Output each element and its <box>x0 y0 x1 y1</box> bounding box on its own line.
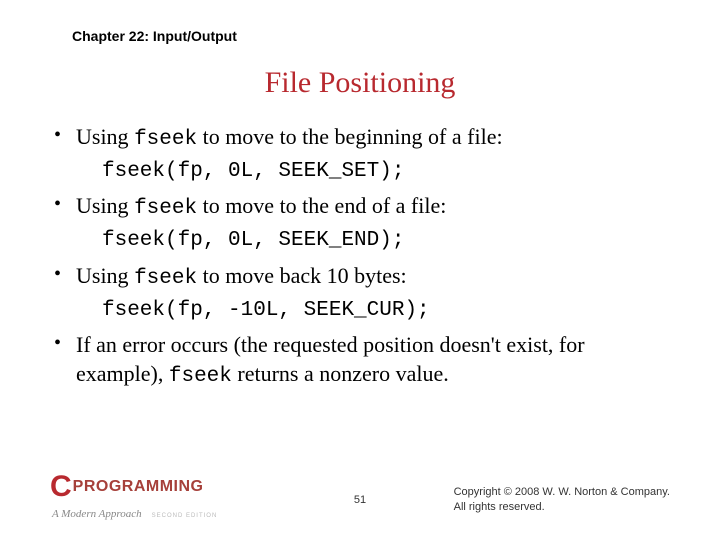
logo-subtitle-row: A Modern Approach SECOND EDITION <box>50 504 240 522</box>
chapter-header: Chapter 22: Input/Output <box>72 28 670 44</box>
bullet-text: If an error occurs (the requested positi… <box>76 330 670 391</box>
text: returns a nonzero value. <box>232 361 449 386</box>
bullet-text: Using fseek to move back 10 bytes: <box>76 261 670 293</box>
text: to move to the beginning of a file: <box>197 124 503 149</box>
slide-title: File Positioning <box>50 66 670 100</box>
text: to move to the end of a file: <box>197 193 446 218</box>
bullet-dot: • <box>54 191 76 218</box>
code-line: fseek(fp, 0L, SEEK_END); <box>102 227 670 255</box>
text: to move back 10 bytes: <box>197 263 407 288</box>
code-inline: fseek <box>134 267 197 290</box>
logo-edition: SECOND EDITION <box>152 513 218 519</box>
text: Using <box>76 263 134 288</box>
code-line: fseek(fp, -10L, SEEK_CUR); <box>102 297 670 325</box>
bullet-dot: • <box>54 122 76 149</box>
code-inline: fseek <box>169 365 232 388</box>
bullet-text: Using fseek to move to the beginning of … <box>76 122 670 154</box>
text: Using <box>76 193 134 218</box>
bullet-item: • Using fseek to move to the beginning o… <box>54 122 670 154</box>
content-area: • Using fseek to move to the beginning o… <box>50 122 670 391</box>
code-inline: fseek <box>134 197 197 220</box>
copyright-line-1: Copyright © 2008 W. W. Norton & Company. <box>454 485 670 499</box>
code-line: fseek(fp, 0L, SEEK_SET); <box>102 158 670 186</box>
footer: C PROGRAMMING A Modern Approach SECOND E… <box>0 478 720 528</box>
copyright: Copyright © 2008 W. W. Norton & Company.… <box>454 485 670 514</box>
copyright-line-2: All rights reserved. <box>454 500 670 514</box>
text: Using <box>76 124 134 149</box>
bullet-dot: • <box>54 261 76 288</box>
bullet-item: • Using fseek to move back 10 bytes: <box>54 261 670 293</box>
bullet-dot: • <box>54 330 76 357</box>
bullet-item: • If an error occurs (the requested posi… <box>54 330 670 391</box>
slide: Chapter 22: Input/Output File Positionin… <box>0 0 720 540</box>
bullet-item: • Using fseek to move to the end of a fi… <box>54 191 670 223</box>
code-inline: fseek <box>134 128 197 151</box>
bullet-text: Using fseek to move to the end of a file… <box>76 191 670 223</box>
logo-subtitle: A Modern Approach <box>52 508 142 520</box>
